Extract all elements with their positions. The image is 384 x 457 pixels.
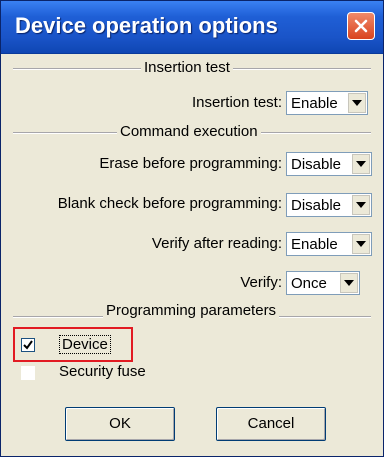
blank-check-select[interactable]: Disable	[286, 193, 372, 217]
verify-after-reading-dropdown-button[interactable]	[352, 234, 370, 254]
device-checkbox[interactable]	[21, 338, 35, 352]
verify-after-reading-label: Verify after reading:	[151, 235, 282, 252]
device-checkbox-label[interactable]: Device	[59, 335, 111, 354]
ok-button[interactable]: OK	[65, 407, 175, 441]
erase-before-programming-value: Disable	[291, 156, 342, 173]
cancel-button[interactable]: Cancel	[216, 407, 326, 441]
blank-check-label: Blank check before programming:	[57, 195, 282, 212]
chevron-down-icon	[352, 100, 362, 106]
insertion-test-group-label: Insertion test	[141, 59, 233, 76]
erase-before-programming-label: Erase before programming:	[99, 155, 282, 172]
verify-label: Verify:	[240, 274, 282, 291]
verify-value: Once	[291, 275, 327, 292]
verify-after-reading-select[interactable]: Enable	[286, 232, 372, 256]
programming-parameters-group-label: Programming parameters	[103, 302, 280, 319]
insertion-test-dropdown-button[interactable]	[348, 93, 366, 113]
chevron-down-icon	[356, 241, 366, 247]
verify-dropdown-button[interactable]	[340, 273, 358, 293]
dialog-window: Device operation options Insertion test …	[0, 0, 384, 457]
insertion-test-value: Enable	[291, 95, 338, 112]
insertion-test-label: Insertion test:	[191, 94, 282, 111]
blank-check-value: Disable	[291, 197, 342, 214]
command-execution-group-label: Command execution	[117, 123, 261, 140]
checkmark-icon	[23, 340, 33, 350]
security-fuse-label[interactable]: Security fuse	[59, 363, 146, 380]
insertion-test-select[interactable]: Enable	[286, 91, 368, 115]
verify-select[interactable]: Once	[286, 271, 360, 295]
chevron-down-icon	[356, 202, 366, 208]
close-icon	[354, 19, 368, 33]
chevron-down-icon	[356, 161, 366, 167]
dialog-content: Insertion test Insertion test: Enable Co…	[1, 54, 383, 456]
erase-before-programming-select[interactable]: Disable	[286, 152, 372, 176]
verify-after-reading-value: Enable	[291, 236, 338, 253]
erase-dropdown-button[interactable]	[352, 154, 370, 174]
close-button[interactable]	[347, 12, 375, 40]
chevron-down-icon	[344, 280, 354, 286]
security-fuse-checkbox[interactable]	[21, 366, 35, 380]
window-title: Device operation options	[15, 13, 278, 38]
blank-check-dropdown-button[interactable]	[352, 195, 370, 215]
title-bar[interactable]: Device operation options	[1, 1, 383, 54]
